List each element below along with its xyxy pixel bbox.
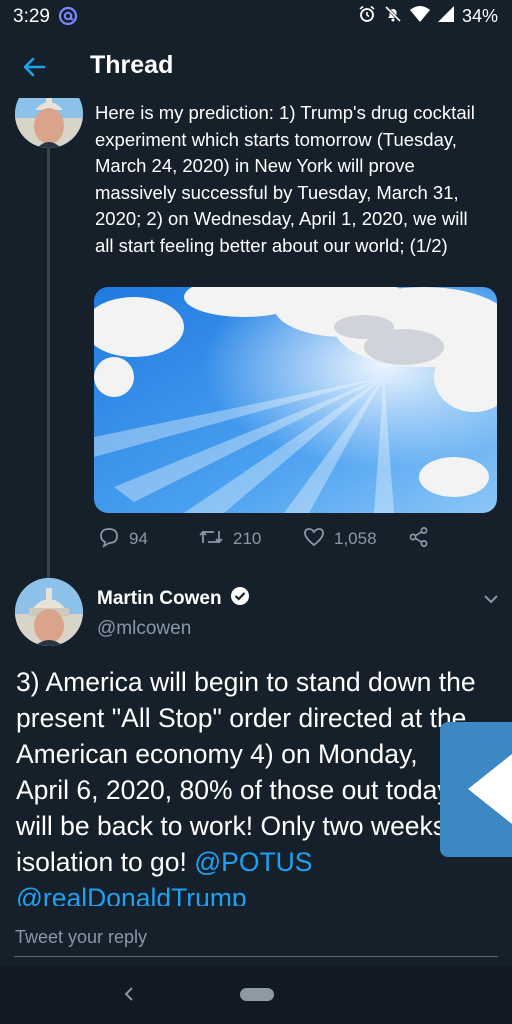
status-bar: 3:29 34%: [0, 0, 512, 34]
chevron-down-icon[interactable]: [480, 588, 502, 610]
page-title: Thread: [90, 51, 174, 79]
mention-link[interactable]: @POTUS: [194, 847, 312, 877]
retweet-action[interactable]: 210: [198, 526, 303, 553]
main-tweet-text: 3) America will begin to stand down the …: [16, 664, 476, 906]
reply-underline: [14, 956, 498, 957]
retweet-count: 210: [233, 529, 262, 548]
thread-connector: [47, 142, 50, 600]
home-pill-icon[interactable]: [240, 988, 274, 1001]
tweet-text: Here is my prediction: 1) Trump's drug c…: [95, 102, 475, 256]
tweet-actions: 94 210 1,058: [98, 526, 430, 552]
share-action[interactable]: [408, 526, 430, 553]
alarm-icon: [358, 5, 376, 28]
notifications-off-icon: [384, 5, 402, 28]
like-icon: [303, 526, 325, 553]
avatar[interactable]: [15, 578, 83, 646]
signal-icon: [437, 6, 454, 27]
retweet-icon: [198, 526, 224, 553]
side-overlay-tab[interactable]: [440, 722, 512, 857]
reply-input[interactable]: Tweet your reply: [15, 927, 147, 948]
battery-percent: 34%: [461, 6, 498, 26]
like-count: 1,058: [334, 529, 377, 548]
status-time: 3:29: [13, 6, 50, 27]
at-sign-icon: [58, 6, 78, 26]
reply-count: 94: [129, 529, 148, 548]
verified-badge-icon: [230, 586, 250, 611]
reply-action[interactable]: 94: [98, 526, 198, 553]
top-app-bar: Thread: [0, 34, 512, 98]
reply-icon: [98, 526, 120, 553]
author-handle[interactable]: @mlcowen: [97, 618, 191, 640]
main-tweet-body: 3) America will begin to stand down the …: [16, 667, 476, 877]
status-icons: 34%: [358, 5, 498, 28]
back-arrow-icon[interactable]: [20, 52, 50, 82]
author-name: Martin Cowen: [97, 587, 222, 609]
author-row[interactable]: Martin Cowen: [97, 586, 250, 611]
wifi-icon: [409, 6, 430, 27]
tweet-image-sky[interactable]: [94, 287, 497, 513]
like-action[interactable]: 1,058: [303, 526, 408, 553]
nav-back-icon[interactable]: [120, 983, 138, 1005]
share-icon: [408, 526, 430, 553]
mention-link[interactable]: @realDonaldTrump: [16, 883, 247, 906]
